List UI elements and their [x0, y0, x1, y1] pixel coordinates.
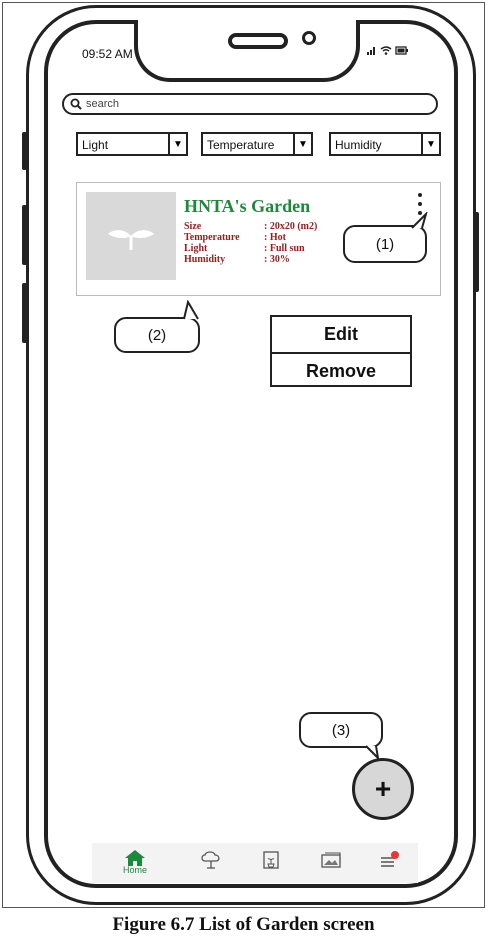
detail-value: : Hot	[264, 232, 286, 243]
side-button-right	[474, 212, 479, 292]
nav-home[interactable]: Home	[120, 849, 150, 879]
remove-menu-item[interactable]: Remove	[272, 352, 410, 389]
filter-humidity-label: Humidity	[335, 138, 382, 152]
callout-2-label: (2)	[147, 326, 167, 344]
callout-3: (3)	[299, 712, 383, 748]
edit-menu-item[interactable]: Edit	[272, 317, 410, 352]
detail-value: : 30%	[264, 254, 290, 265]
front-camera	[302, 31, 316, 45]
sprout-icon	[108, 230, 154, 250]
detail-key: Humidity	[184, 254, 226, 265]
status-time: 09:52 AM	[82, 47, 133, 61]
filter-light-dropdown[interactable]: Light ▼	[76, 132, 188, 156]
detail-key: Size	[184, 221, 202, 232]
menu-notification-icon	[381, 851, 399, 867]
chevron-down-icon: ▼	[421, 134, 439, 154]
plant-pot-icon	[263, 851, 279, 869]
search-input[interactable]: search	[62, 93, 438, 115]
callout-1-tail	[411, 212, 428, 229]
detail-row-temperature: Temperature : Hot	[184, 232, 317, 243]
detail-key: Temperature	[184, 232, 240, 243]
status-icons	[366, 44, 410, 59]
detail-row-humidity: Humidity : 30%	[184, 254, 317, 265]
tree-icon	[201, 851, 220, 869]
detail-value: : Full sun	[264, 243, 305, 254]
filter-humidity-dropdown[interactable]: Humidity ▼	[329, 132, 441, 156]
filter-temperature-dropdown[interactable]: Temperature ▼	[201, 132, 313, 156]
filter-light-label: Light	[82, 138, 109, 152]
detail-row-light: Light : Full sun	[184, 243, 317, 254]
detail-value: : 20x20 (m2)	[264, 221, 318, 232]
detail-key: Light	[184, 243, 208, 254]
gallery-icon	[321, 852, 341, 868]
side-button-left-2	[22, 205, 27, 265]
figure-caption: Figure 6.7 List of Garden screen	[112, 914, 375, 935]
chevron-down-icon: ▼	[168, 134, 186, 154]
callout-1: (1)	[343, 225, 427, 263]
chevron-down-icon: ▼	[293, 134, 311, 154]
nav-plant[interactable]	[256, 849, 286, 879]
nav-garden[interactable]	[196, 849, 226, 879]
nav-gallery[interactable]	[316, 849, 346, 879]
bottom-nav: Home	[92, 843, 418, 883]
signal-wifi-battery-icon	[367, 46, 408, 55]
callout-2-tail	[183, 300, 199, 320]
add-garden-button[interactable]: +	[352, 758, 414, 820]
detail-row-size: Size : 20x20 (m2)	[184, 221, 317, 232]
garden-details: Size : 20x20 (m2) Temperature : Hot Ligh…	[184, 221, 317, 265]
callout-2: (2)	[114, 317, 200, 353]
context-menu: Edit Remove	[270, 315, 412, 387]
search-icon	[70, 98, 82, 110]
nav-home-label: Home	[122, 865, 147, 875]
search-placeholder: search	[86, 98, 120, 110]
callout-3-label: (3)	[331, 721, 351, 739]
phone-notch	[134, 20, 360, 82]
side-button-left-1	[22, 132, 27, 170]
garden-title: HNTA's Garden	[184, 196, 311, 216]
garden-thumbnail	[86, 192, 176, 280]
filter-temperature-label: Temperature	[207, 138, 275, 152]
speaker-grille	[228, 33, 288, 49]
callout-1-label: (1)	[375, 235, 395, 253]
side-button-left-3	[22, 283, 27, 343]
nav-menu[interactable]	[374, 849, 404, 879]
